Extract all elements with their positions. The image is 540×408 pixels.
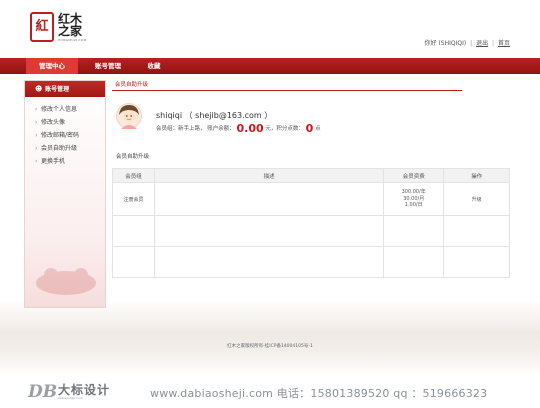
user-links: 你好 (SHIQIQI) | 退出 | 首页	[425, 38, 510, 47]
section-title: 会员自助升级	[116, 154, 150, 160]
cell-empty	[153, 246, 385, 278]
separator: |	[470, 40, 473, 47]
balance-unit: 元，积分点数：	[265, 126, 304, 132]
sidebar-item-edit-profile[interactable]: 修改个人信息	[25, 103, 105, 116]
decorative-illustration	[36, 268, 96, 295]
watermark-subtitle: dabiaosheji.com	[58, 396, 83, 400]
logo-domain: HONGMUZJ.COM	[58, 38, 87, 42]
sidebar: ☻ 账号管理 修改个人信息 修改头像 修改邮箱/密码 会员自助升级 更换手机	[24, 80, 106, 308]
user-icon: ☻	[35, 85, 43, 93]
upgrade-table: 会员组 描述 会员资费 操作 注册会员 300.00/年 30.00/月 1.0…	[112, 168, 510, 278]
logo-seal: 紅	[30, 12, 54, 42]
site-logo[interactable]: 紅 红木 之家 HONGMUZJ.COM	[30, 12, 122, 46]
upgrade-link[interactable]: 升级	[472, 197, 482, 203]
member-group-label: 会员组：新手上路， 账户余额：	[156, 126, 235, 132]
breadcrumb: 会员自助升级	[112, 80, 462, 91]
avatar	[116, 103, 142, 129]
cell-empty	[112, 215, 155, 247]
nav-item-management-center[interactable]: 管理中心	[26, 58, 78, 74]
username-email: shiqiqi （ shejib@163.com ）	[156, 111, 273, 120]
logo-text: 红木 之家	[58, 13, 82, 37]
account-balance: 0.00	[236, 122, 264, 135]
cell-fee: 300.00/年 30.00/月 1.00/日	[383, 182, 445, 216]
col-action: 操作	[443, 168, 510, 183]
footer-copyright: 红木之家版权所有-桂ICP备14004105号-1	[227, 344, 313, 349]
table-header-row: 会员组 描述 会员资费 操作	[112, 168, 510, 183]
sidebar-menu: 修改个人信息 修改头像 修改邮箱/密码 会员自助升级 更换手机	[25, 97, 105, 168]
home-link[interactable]: 首页	[498, 40, 510, 47]
main-nav: 管理中心 账号管理 收藏	[0, 58, 540, 74]
greeting: 你好 (SHIQIQI)	[424, 40, 467, 47]
cell-empty	[112, 246, 155, 278]
cell-empty	[383, 246, 445, 278]
header: 紅 红木 之家 HONGMUZJ.COM 你好 (SHIQIQI) | 退出 |…	[0, 0, 540, 58]
col-description: 描述	[153, 168, 385, 183]
cell-empty	[153, 215, 385, 247]
background-landscape	[0, 300, 540, 375]
cell-member-group: 注册会员	[112, 182, 155, 216]
points-value: 0	[305, 122, 314, 135]
account-status-line: 会员组：新手上路， 账户余额： 0.00 元，积分点数： 0 点	[156, 122, 321, 135]
profile-summary: shiqiqi （ shejib@163.com ） 会员组：新手上路， 账户余…	[116, 102, 496, 136]
sidebar-item-change-phone[interactable]: 更换手机	[25, 155, 105, 168]
fee-daily: 1.00/日	[404, 202, 423, 209]
sidebar-title: 账号管理	[45, 86, 70, 93]
points-unit: 点	[315, 126, 321, 132]
separator: |	[492, 40, 495, 47]
sidebar-item-edit-email-password[interactable]: 修改邮箱/密码	[25, 129, 105, 142]
sidebar-header: ☻ 账号管理	[25, 81, 105, 97]
watermark-contact: www.dabiaosheji.com 电话：15801389520 qq ：5…	[150, 387, 488, 400]
nav-item-favorites[interactable]: 收藏	[134, 58, 174, 74]
logout-link[interactable]: 退出	[476, 40, 488, 47]
sidebar-item-member-upgrade[interactable]: 会员自助升级	[25, 142, 105, 155]
table-row: 注册会员 300.00/年 30.00/月 1.00/日 升级	[112, 182, 510, 216]
watermark-bar: DB 大标设计 dabiaosheji.com www.dabiaosheji.…	[0, 376, 540, 408]
cell-description	[153, 182, 385, 216]
nav-item-account-management[interactable]: 账号管理	[82, 58, 134, 74]
col-member-group: 会员组	[112, 168, 155, 183]
main-content: 会员自助升级 shiqiqi （ shejib@163.com ） 会员组：新手…	[112, 80, 514, 300]
logo-text-line2: 之家	[58, 24, 83, 38]
cell-empty	[443, 215, 510, 247]
table-row	[112, 215, 510, 247]
cell-action: 升级	[443, 182, 510, 216]
cell-empty	[443, 246, 510, 278]
sidebar-item-edit-avatar[interactable]: 修改头像	[25, 116, 105, 129]
col-fee: 会员资费	[383, 168, 445, 183]
table-row	[112, 246, 510, 278]
cell-empty	[383, 215, 445, 247]
watermark-logo: DB	[28, 382, 58, 402]
